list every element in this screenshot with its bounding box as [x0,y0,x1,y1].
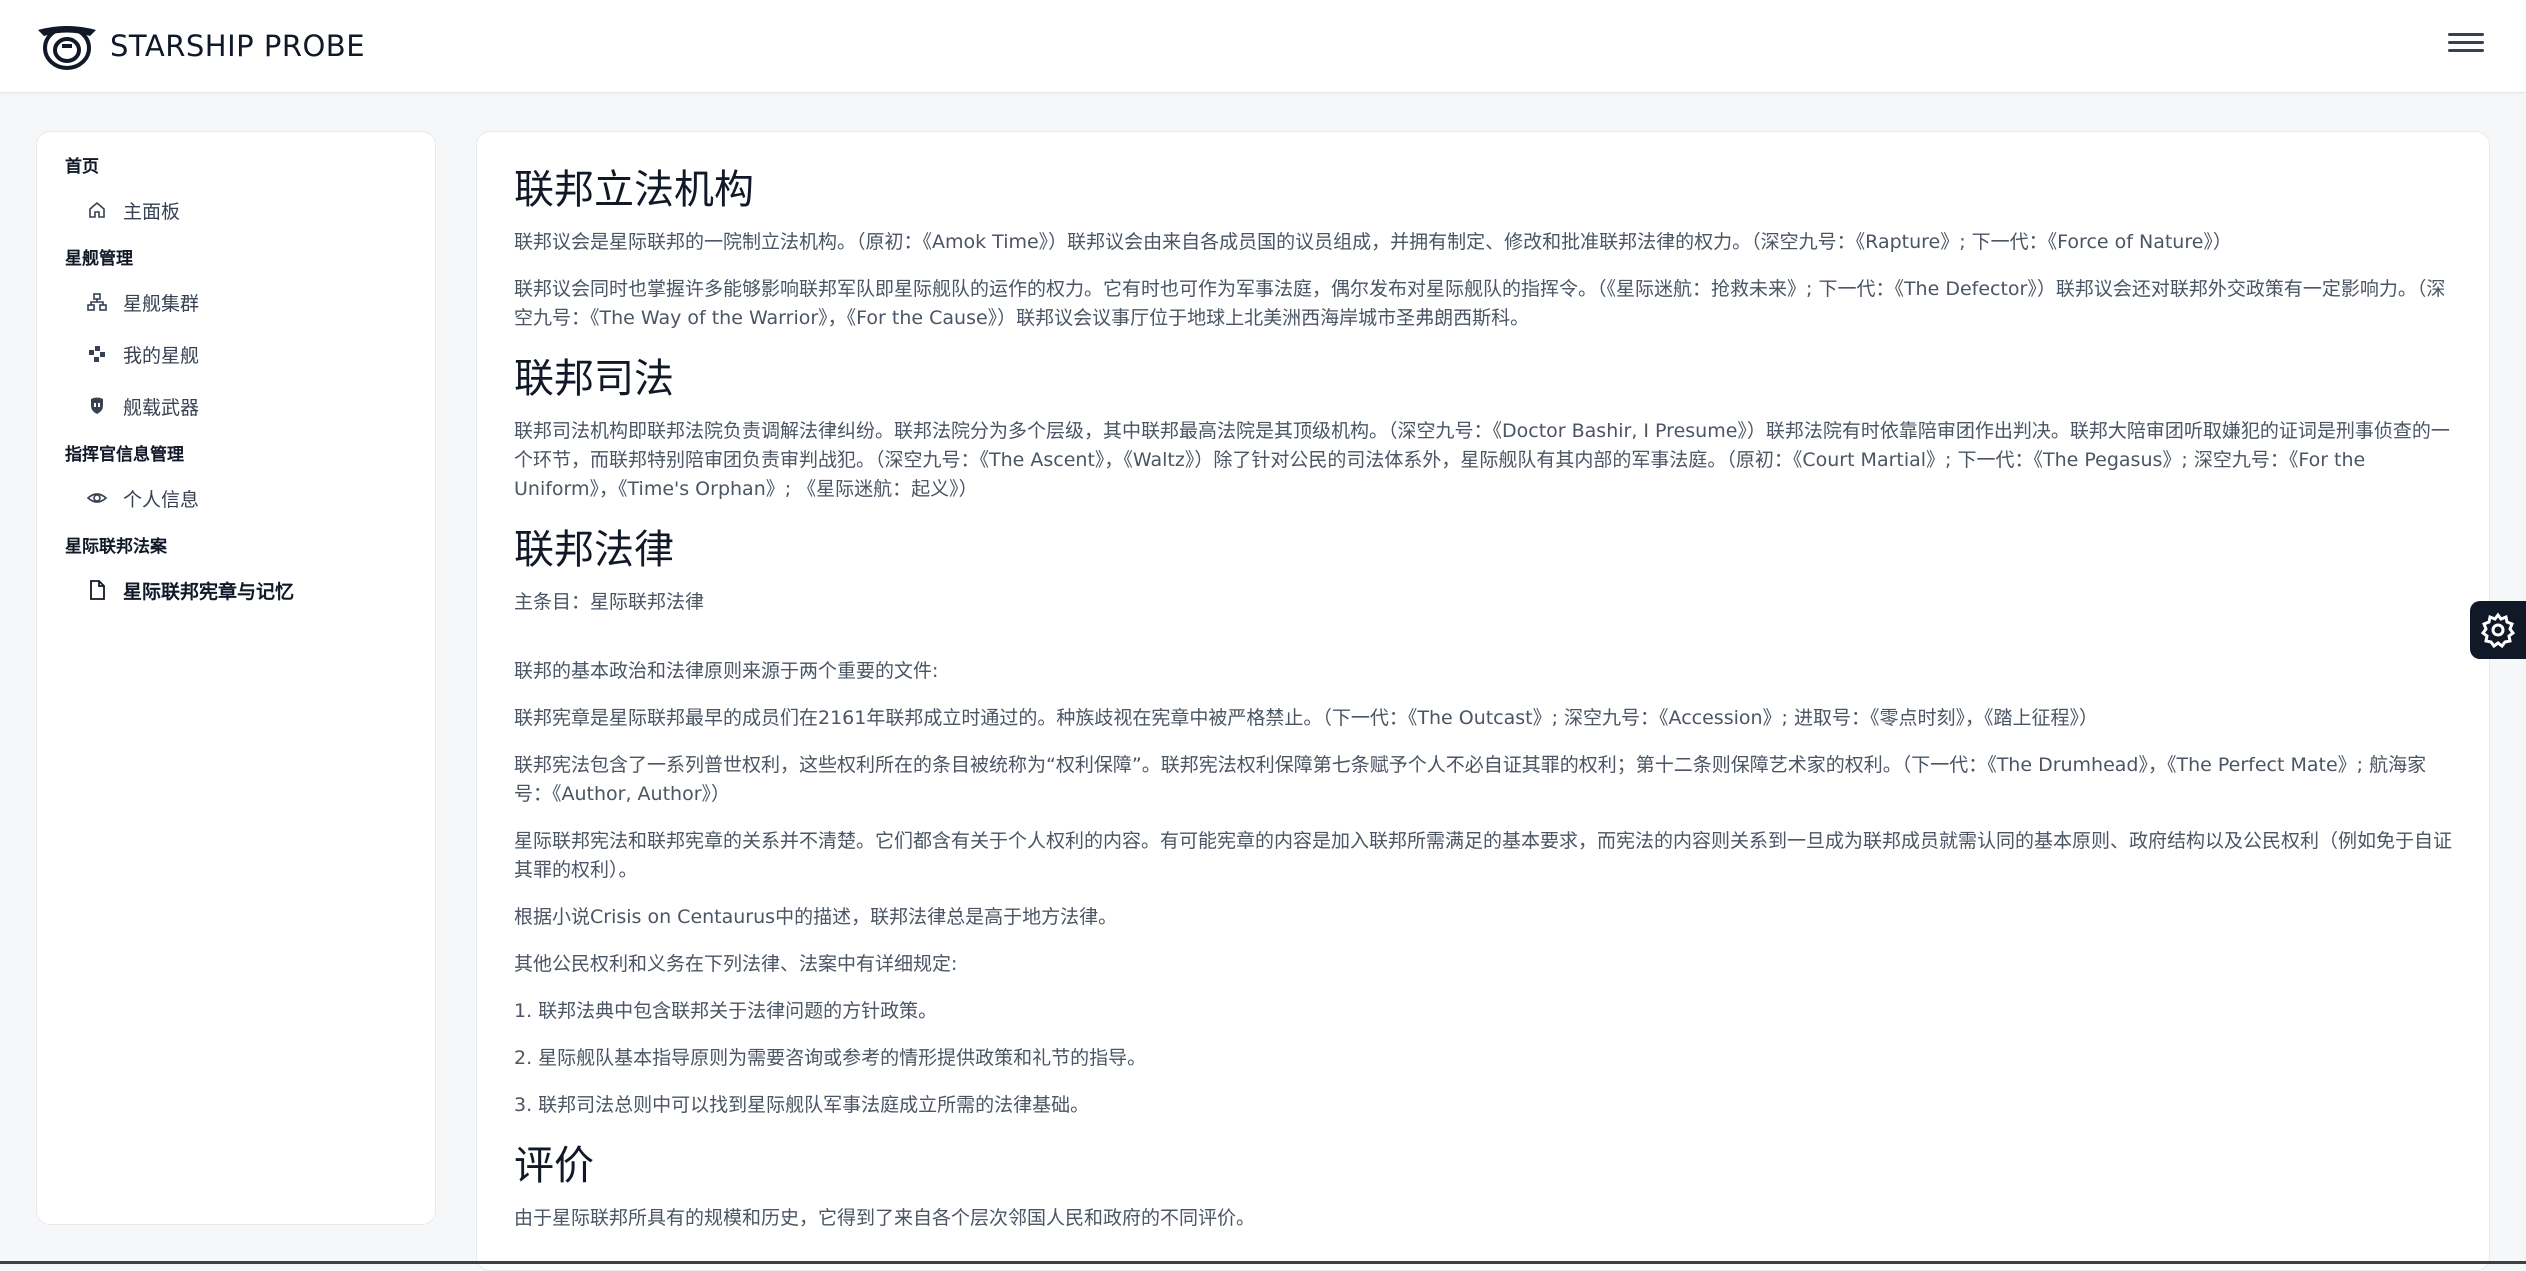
sidebar-item-label: 我的星舰 [123,344,200,367]
paragraph: 其他公民权利和义务在下列法律、法案中有详细规定: [514,953,958,975]
section-heading: 联邦法律 [514,527,674,573]
grid-icon [89,346,105,362]
main-content: 联邦立法机构 联邦议会是星际联邦的一院制立法机构。（原初：《Amok Time》… [476,131,2490,1271]
sidebar: 首页 主面板 星舰管理 星舰集群 我的星舰 舰载武器 指挥官信息管理 个人信息 … [36,131,436,1225]
sidebar-item-dashboard[interactable]: 主面板 [37,184,435,236]
settings-button[interactable] [2470,601,2526,659]
sidebar-item-weapons[interactable]: 舰载武器 [37,380,435,432]
sidebar-group-title: 星舰管理 [65,249,133,269]
top-bar: STARSHIP PROBE [0,0,2526,93]
sidebar-item-federation-charter[interactable]: 星际联邦宪章与记忆 [37,564,435,616]
menu-line-icon [2448,49,2484,52]
list-item: 2. 星际舰队基本指导原则为需要咨询或参考的情形提供政策和礼节的指导。 [514,1047,1147,1069]
sidebar-item-label: 个人信息 [123,488,200,511]
shield-icon [91,397,103,414]
menu-line-icon [2448,33,2484,36]
sidebar-item-my-starship[interactable]: 我的星舰 [37,328,435,380]
gear-icon [2480,612,2516,648]
paragraph: 星际联邦宪法和联邦宪章的关系并不清楚。它们都含有关于个人权利的内容。有可能宪章的… [514,830,2453,881]
brand[interactable]: STARSHIP PROBE [36,18,365,74]
sidebar-item-starship-cluster[interactable]: 星舰集群 [37,276,435,328]
home-icon [89,201,105,218]
paragraph: 联邦议会同时也掌握许多能够影响联邦军队即星际舰队的运作的权力。它有时也可作为军事… [514,278,2446,329]
section-heading: 联邦立法机构 [514,167,754,213]
section-heading: 评价 [514,1143,594,1189]
sidebar-item-label: 舰载武器 [123,396,200,419]
sidebar-group-title: 指挥官信息管理 [65,445,184,465]
paragraph: 联邦司法机构即联邦法院负责调解法律纠纷。联邦法院分为多个层级，其中联邦最高法院是… [514,420,2450,500]
starship-logo-icon [38,26,96,70]
paragraph: 联邦的基本政治和法律原则来源于两个重要的文件: [514,660,939,682]
paragraph: 由于星际联邦所具有的规模和历史，它得到了来自各个层次邻国人民和政府的不同评价。 [514,1207,1256,1229]
hamburger-menu-button[interactable] [2448,30,2484,62]
paragraph: 联邦宪法包含了一系列普世权利，这些权利所在的条目被统称为“权利保障”。联邦宪法权… [514,754,2427,805]
paragraph: 联邦宪章是星际联邦最早的成员们在2161年联邦成立时通过的。种族歧视在宪章中被严… [514,707,2098,729]
main-article-link: 主条目：星际联邦法律 [514,591,705,613]
eye-icon [87,493,107,503]
file-icon [90,580,105,600]
section-heading: 联邦司法 [514,356,674,402]
list-item: 1. 联邦法典中包含联邦关于法律问题的方针政策。 [514,1000,938,1022]
sidebar-group-title: 星际联邦法案 [65,537,167,557]
menu-line-icon [2448,41,2484,44]
paragraph: 联邦议会是星际联邦的一院制立法机构。（原初：《Amok Time》）联邦议会由来… [514,231,2232,253]
sidebar-item-label: 主面板 [123,200,181,223]
sidebar-group-title: 首页 [65,157,99,177]
app-title: STARSHIP PROBE [110,29,366,63]
list-item: 3. 联邦司法总则中可以找到星际舰队军事法庭成立所需的法律基础。 [514,1094,1090,1116]
cluster-icon [87,293,107,311]
sidebar-item-label: 星际联邦宪章与记忆 [123,580,295,603]
sidebar-item-personal-info[interactable]: 个人信息 [37,472,435,524]
sidebar-item-label: 星舰集群 [123,292,200,315]
paragraph: 根据小说Crisis on Centaurus中的描述，联邦法律总是高于地方法律… [514,906,1118,928]
